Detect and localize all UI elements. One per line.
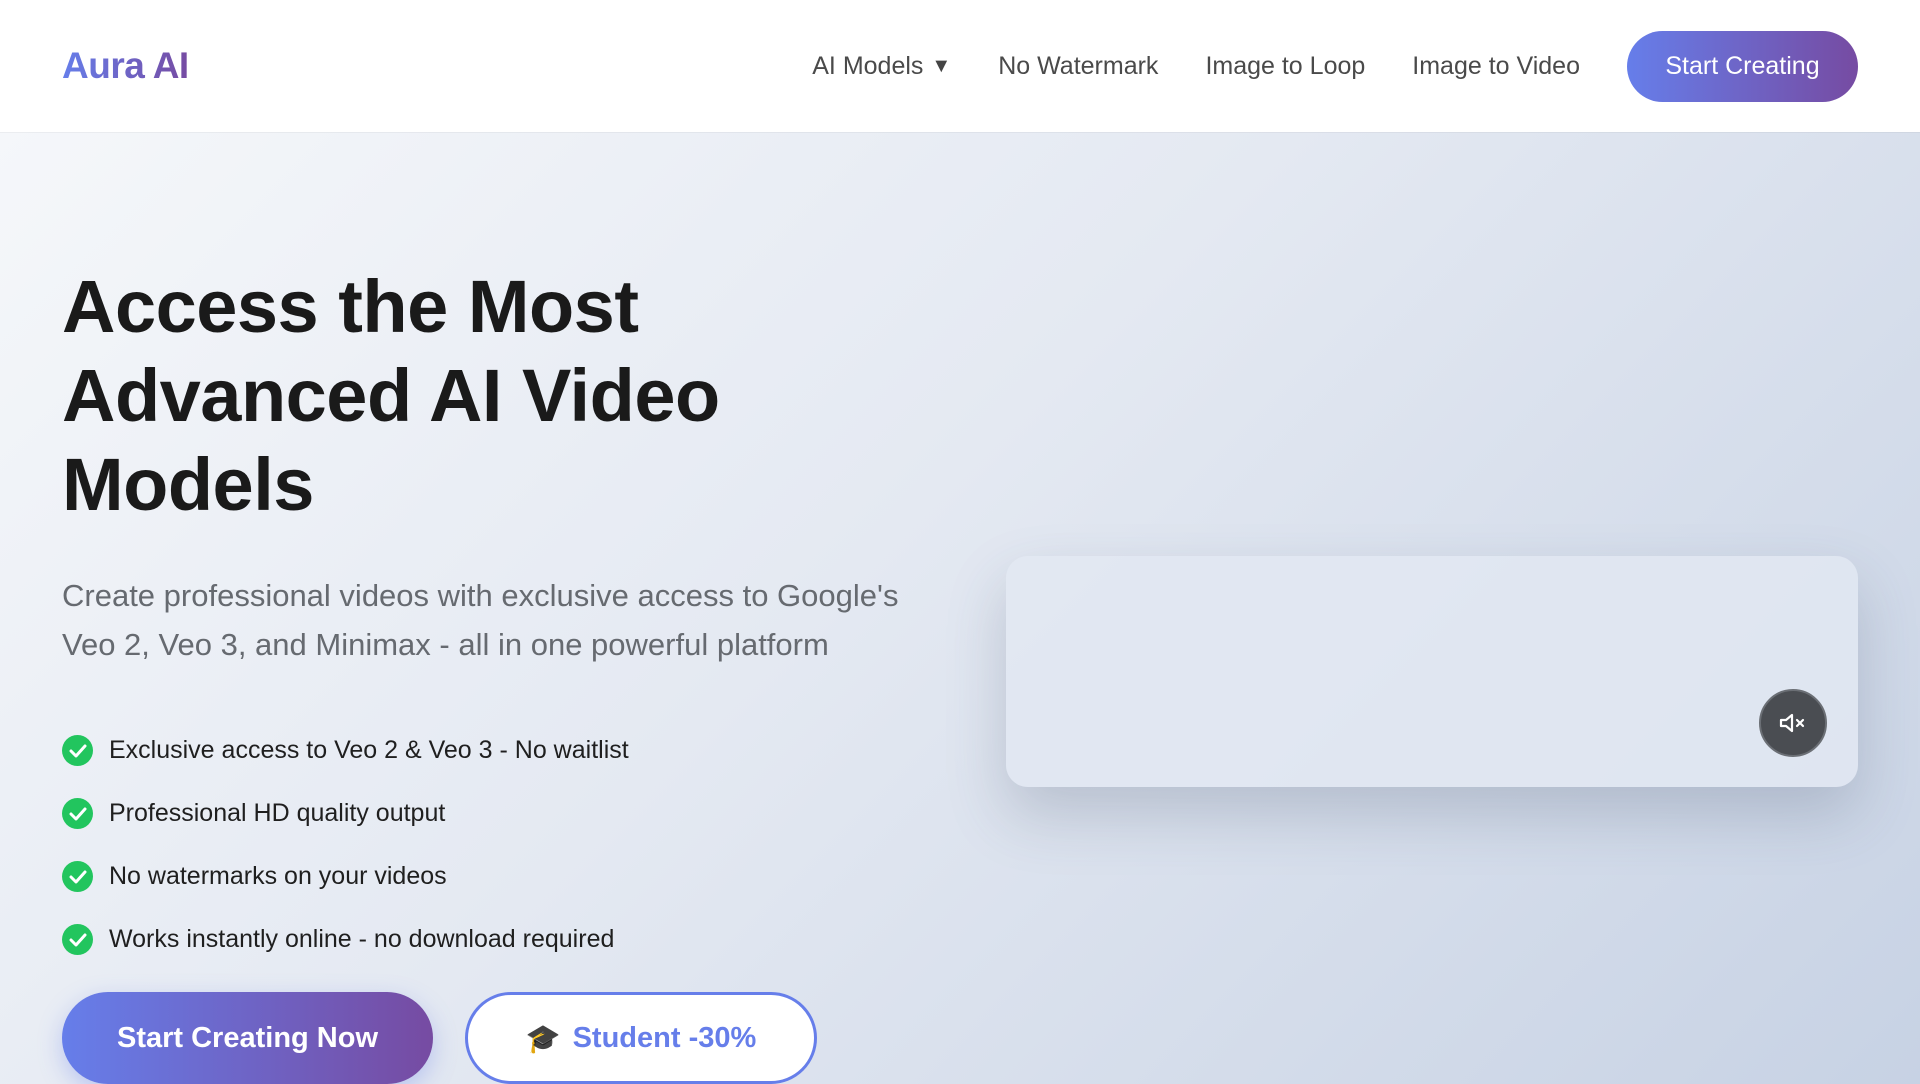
hero-title: Access the Most Advanced AI Video Models xyxy=(62,265,720,526)
nav-link-ai-models[interactable]: AI Models ▼ xyxy=(812,52,951,81)
student-discount-button[interactable]: 🎓 Student -30% xyxy=(465,992,817,1084)
check-circle-icon xyxy=(62,861,93,892)
feature-item: No watermarks on your videos xyxy=(62,845,922,908)
hero-section: Access the Most Advanced AI Video Models… xyxy=(0,132,1920,1084)
speaker-muted-icon xyxy=(1779,713,1805,733)
check-circle-icon xyxy=(62,735,93,766)
nav-link-image-to-loop[interactable]: Image to Loop xyxy=(1205,52,1365,81)
nav-links: AI Models ▼ No Watermark Image to Loop I… xyxy=(812,30,1858,102)
mute-button[interactable] xyxy=(1759,689,1827,757)
feature-item: Exclusive access to Veo 2 & Veo 3 - No w… xyxy=(62,719,922,782)
feature-list: Exclusive access to Veo 2 & Veo 3 - No w… xyxy=(62,719,922,971)
feature-text: No watermarks on your videos xyxy=(109,862,447,890)
nav-link-image-to-video[interactable]: Image to Video xyxy=(1412,52,1580,81)
video-player[interactable] xyxy=(1006,556,1858,787)
hero-buttons: Start Creating Now 🎓 Student -30% xyxy=(62,992,817,1084)
hero-subtitle: Create professional videos with exclusiv… xyxy=(62,578,899,662)
nav-link-no-watermark[interactable]: No Watermark xyxy=(998,52,1158,81)
student-discount-label: Student -30% xyxy=(572,1021,757,1054)
feature-text: Professional HD quality output xyxy=(109,799,446,827)
feature-text: Exclusive access to Veo 2 & Veo 3 - No w… xyxy=(109,736,629,764)
start-creating-button[interactable]: Start Creating xyxy=(1627,30,1858,102)
feature-item: Works instantly online - no download req… xyxy=(62,908,922,971)
caret-down-icon: ▼ xyxy=(931,54,952,77)
feature-text: Works instantly online - no download req… xyxy=(109,925,615,953)
nav-link-label: AI Models xyxy=(812,51,924,80)
top-navbar: Aura AI AI Models ▼ No Watermark Image t… xyxy=(0,0,1920,132)
logo[interactable]: Aura AI xyxy=(62,45,189,87)
feature-item: Professional HD quality output xyxy=(62,782,922,845)
check-circle-icon xyxy=(62,798,93,829)
graduation-cap-icon: 🎓 xyxy=(525,1022,561,1054)
hero-content: Access the Most Advanced AI Video Models… xyxy=(62,262,922,971)
check-circle-icon xyxy=(62,924,93,955)
start-creating-now-button[interactable]: Start Creating Now xyxy=(62,992,433,1084)
